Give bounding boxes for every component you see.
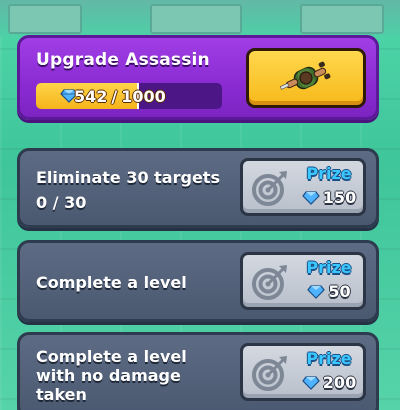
prize-amount: 150	[322, 188, 357, 207]
mission-card: Eliminate 30 targets 0 / 30 Prize 150	[17, 148, 379, 228]
upgrade-progress-current: 542	[74, 86, 108, 106]
wall-block	[8, 4, 82, 34]
prize-button[interactable]: Prize 50	[240, 252, 366, 310]
target-icon	[252, 356, 287, 391]
wall-block	[300, 4, 384, 34]
upgrade-progress-separator: /	[111, 86, 118, 106]
wall-block	[150, 4, 242, 34]
mission-card: Complete a level Prize 50	[17, 240, 379, 322]
mission-title: Eliminate 30 targets	[36, 168, 220, 187]
target-icon	[252, 171, 287, 206]
prize-amount-row: 200	[293, 373, 365, 392]
upgrade-panel: Upgrade Assassin 542 / 1000	[17, 35, 379, 120]
prize-amount-row: 150	[293, 188, 365, 207]
prize-amount: 200	[322, 373, 357, 392]
mission-title: Complete a level with no damage taken	[36, 347, 187, 404]
mission-progress: 0 / 30	[36, 193, 87, 212]
gem-icon	[302, 190, 320, 205]
mission-title-line: Complete a level	[36, 347, 187, 366]
prize-button[interactable]: Prize 200	[240, 343, 366, 401]
mission-card: Complete a level with no damage taken Pr…	[17, 332, 379, 410]
mission-title-line: Eliminate 30 targets	[36, 168, 220, 187]
prize-label: Prize	[306, 258, 352, 277]
target-icon	[252, 265, 287, 300]
mission-title: Complete a level	[36, 273, 187, 292]
prize-button[interactable]: Prize 150	[240, 158, 366, 216]
prize-amount-row: 50	[293, 282, 365, 301]
upgrade-progress-total: 1000	[121, 86, 166, 106]
prize-label: Prize	[306, 349, 352, 368]
assassin-character-icon	[279, 61, 331, 90]
mission-title-line: with no damage	[36, 366, 181, 385]
upgrade-progress-bar: 542 / 1000	[36, 83, 222, 109]
prize-amount: 50	[328, 282, 351, 301]
upgrade-progress-text: 542 / 1000	[36, 83, 222, 109]
top-wall	[0, 0, 400, 36]
upgrade-title: Upgrade Assassin	[36, 50, 210, 70]
gem-icon	[302, 375, 320, 390]
upgrade-character-button[interactable]	[246, 48, 366, 108]
mission-title-line: Complete a level	[36, 273, 187, 292]
prize-label: Prize	[306, 164, 352, 183]
mission-title-line: taken	[36, 385, 87, 404]
gem-icon	[307, 284, 326, 299]
